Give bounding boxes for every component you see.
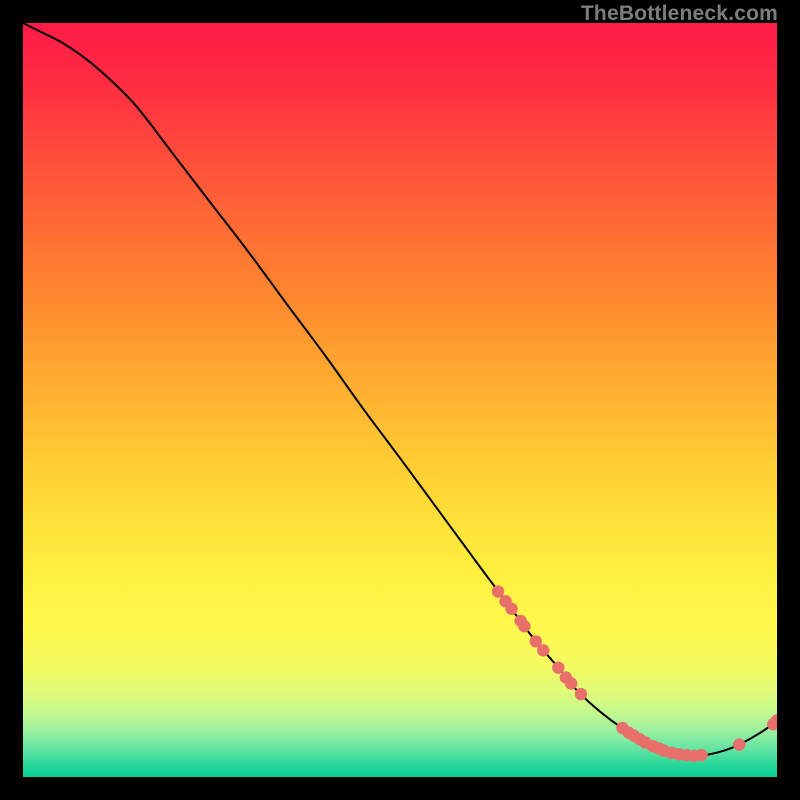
watermark-text: TheBottleneck.com (581, 2, 778, 26)
data-point (552, 661, 564, 673)
data-point (518, 620, 530, 632)
data-point (505, 603, 517, 615)
data-point (565, 677, 577, 689)
data-point (537, 644, 549, 656)
data-point (733, 738, 745, 750)
chart-stage: TheBottleneck.com (0, 0, 800, 800)
chart-background (23, 23, 777, 777)
chart-plot (23, 23, 777, 777)
data-point (575, 688, 587, 700)
data-point (492, 585, 504, 597)
data-point (695, 749, 707, 761)
